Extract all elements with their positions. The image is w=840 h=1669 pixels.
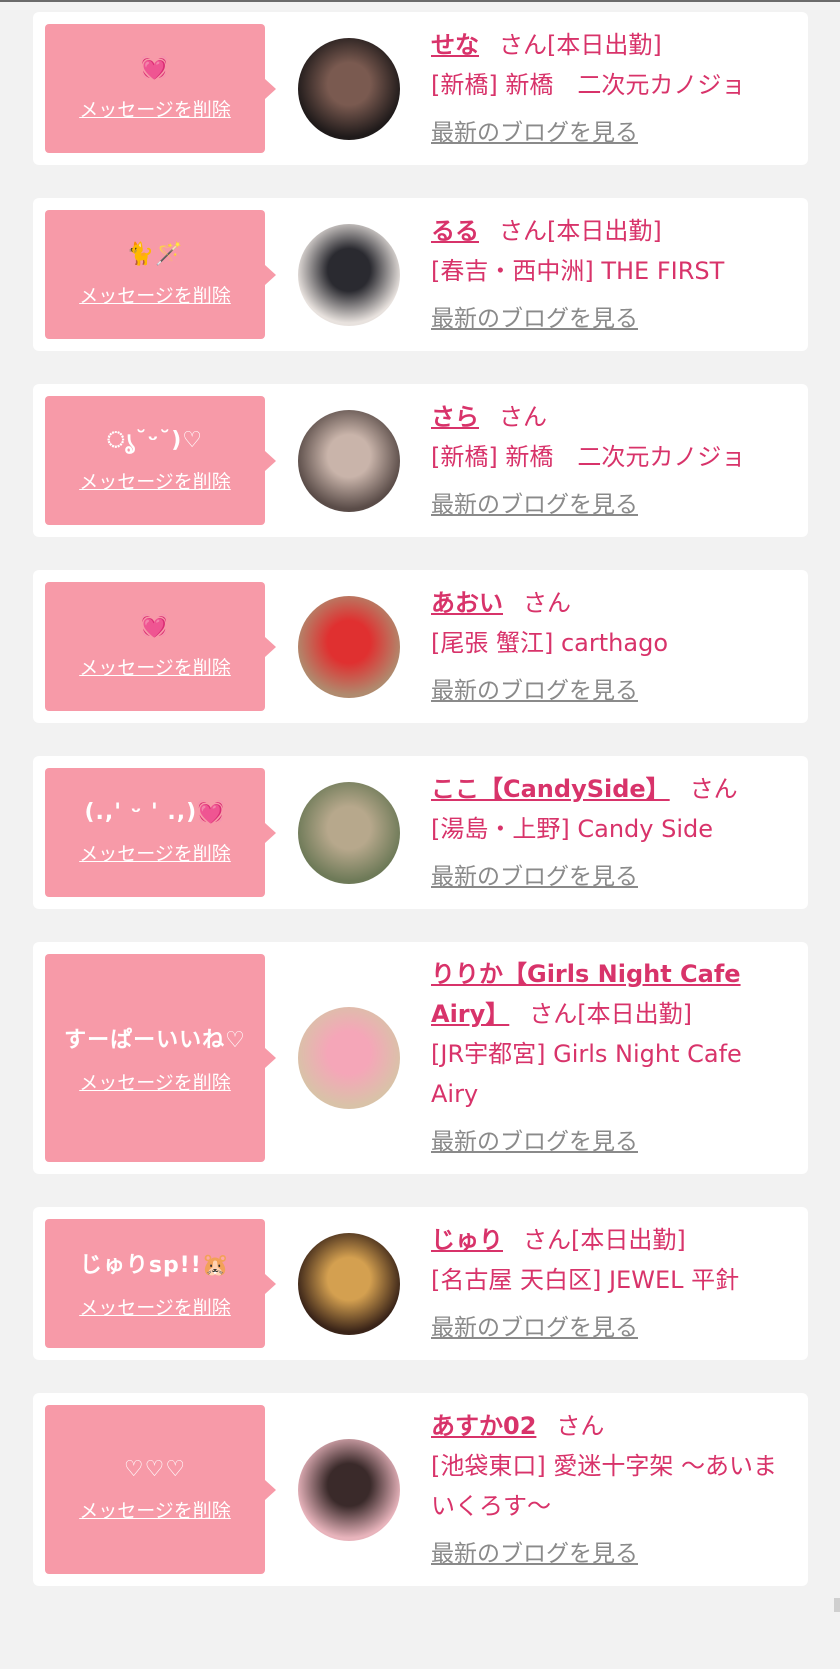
message-bubble: (.,' ᵕ ' .,)💓 メッセージを削除 — [45, 768, 276, 897]
delete-message-link[interactable]: メッセージを削除 — [79, 95, 231, 122]
latest-blog-link[interactable]: 最新のブログを見る — [431, 485, 638, 525]
avatar[interactable] — [298, 781, 400, 884]
avatar[interactable] — [298, 37, 400, 140]
cast-suffix: さん[本日出勤] — [499, 216, 662, 245]
cast-name-link[interactable]: るる — [431, 217, 479, 245]
message-bubble: 🐈🪄 メッセージを削除 — [45, 210, 276, 339]
delete-message-link[interactable]: メッセージを削除 — [79, 1496, 231, 1523]
cast-name-link[interactable]: さら — [431, 403, 479, 431]
message-bubble: じゅりsp!!🐹 メッセージを削除 — [45, 1219, 276, 1348]
latest-blog-link[interactable]: 最新のブログを見る — [431, 299, 638, 339]
shop-name: [春吉・西中洲] THE FIRST — [431, 256, 725, 285]
avatar[interactable] — [298, 1232, 400, 1335]
list-item: ♡♡♡ メッセージを削除 あすか02 さん [池袋東口] 愛迷十字架 〜あいまいく… — [33, 1393, 808, 1586]
cast-suffix: さん — [499, 402, 547, 431]
avatar[interactable] — [298, 409, 400, 512]
avatar[interactable] — [298, 1007, 400, 1109]
cast-info: りりか【Girls Night Cafe Airy】 さん[本日出勤] [JR宇都… — [431, 954, 796, 1162]
latest-blog-link[interactable]: 最新のブログを見る — [431, 857, 638, 897]
cast-name-link[interactable]: じゅり — [431, 1226, 503, 1254]
cast-name-link[interactable]: ここ【CandySide】 — [431, 775, 670, 803]
message-bubble: ൃ˘ᵕ˘)♡ メッセージを削除 — [45, 396, 276, 525]
latest-blog-link[interactable]: 最新のブログを見る — [431, 671, 638, 711]
shop-name: [湯島・上野] Candy Side — [431, 814, 713, 843]
shop-name: [新橋] 新橋 二次元カノジョ — [431, 442, 746, 471]
delete-message-link[interactable]: メッセージを削除 — [79, 839, 231, 866]
scrollbar-thumb[interactable] — [834, 1598, 840, 1612]
message-text: 💓 — [140, 55, 170, 81]
shop-name: [新橋] 新橋 二次元カノジョ — [431, 70, 746, 99]
shop-name: [池袋東口] 愛迷十字架 〜あいまいくろす〜 — [431, 1451, 777, 1520]
message-text: じゅりsp!!🐹 — [79, 1253, 231, 1278]
cast-suffix: さん[本日出勤] — [529, 1000, 693, 1028]
cast-suffix: さん — [556, 1411, 605, 1440]
shop-name: [JR宇都宮] Girls Night Cafe Airy — [431, 1040, 742, 1108]
latest-blog-link[interactable]: 最新のブログを見る — [431, 1122, 638, 1162]
latest-blog-link[interactable]: 最新のブログを見る — [431, 113, 638, 153]
cast-name-link[interactable]: あおい — [431, 589, 503, 617]
message-text: ൃ˘ᵕ˘)♡ — [106, 427, 204, 453]
cast-info: さら さん [新橋] 新橋 二次元カノジョ 最新のブログを見る — [431, 397, 796, 525]
delete-message-link[interactable]: メッセージを削除 — [79, 1068, 231, 1095]
cast-suffix: さん — [523, 588, 571, 617]
message-text: 🐈🪄 — [126, 241, 184, 267]
list-item: じゅりsp!!🐹 メッセージを削除 じゅり さん[本日出勤] [名古屋 天白区] … — [33, 1207, 808, 1360]
cast-info: あすか02 さん [池袋東口] 愛迷十字架 〜あいまいくろす〜 最新のブログを見る — [431, 1406, 796, 1574]
cast-info: るる さん[本日出勤] [春吉・西中洲] THE FIRST 最新のブログを見る — [431, 211, 796, 339]
message-bubble: 💓 メッセージを削除 — [45, 582, 276, 711]
cast-info: ここ【CandySide】 さん [湯島・上野] Candy Side 最新のブロ… — [431, 769, 796, 897]
cast-name-link[interactable]: あすか02 — [431, 1412, 536, 1440]
delete-message-link[interactable]: メッセージを削除 — [79, 1293, 231, 1320]
delete-message-link[interactable]: メッセージを削除 — [79, 467, 231, 494]
message-text: 💓 — [140, 613, 170, 639]
cast-info: せな さん[本日出勤] [新橋] 新橋 二次元カノジョ 最新のブログを見る — [431, 25, 796, 153]
avatar[interactable] — [298, 595, 400, 698]
list-item: すーぱーいいね♡ メッセージを削除 りりか【Girls Night Cafe A… — [33, 942, 808, 1174]
cast-suffix: さん[本日出勤] — [523, 1225, 686, 1254]
message-text: ♡♡♡ — [123, 1456, 187, 1482]
cast-name-link[interactable]: せな — [431, 31, 479, 59]
shop-name: [尾張 蟹江] carthago — [431, 628, 668, 657]
avatar[interactable] — [298, 223, 400, 326]
message-text: すーぱーいいね♡ — [64, 1027, 246, 1053]
message-bubble: ♡♡♡ メッセージを削除 — [45, 1405, 276, 1574]
latest-blog-link[interactable]: 最新のブログを見る — [431, 1308, 638, 1348]
delete-message-link[interactable]: メッセージを削除 — [79, 281, 231, 308]
cast-info: あおい さん [尾張 蟹江] carthago 最新のブログを見る — [431, 583, 796, 711]
list-item: ൃ˘ᵕ˘)♡ メッセージを削除 さら さん [新橋] 新橋 二次元カノジョ 最新の… — [33, 384, 808, 537]
message-bubble: 💓 メッセージを削除 — [45, 24, 276, 153]
list-item: 💓 メッセージを削除 あおい さん [尾張 蟹江] carthago 最新のブログ… — [33, 570, 808, 723]
message-bubble: すーぱーいいね♡ メッセージを削除 — [45, 954, 276, 1162]
cast-suffix: さん[本日出勤] — [499, 30, 662, 59]
latest-blog-link[interactable]: 最新のブログを見る — [431, 1534, 638, 1574]
delete-message-link[interactable]: メッセージを削除 — [79, 653, 231, 680]
top-border — [0, 0, 840, 2]
cast-suffix: さん — [689, 774, 738, 803]
list-item: 🐈🪄 メッセージを削除 るる さん[本日出勤] [春吉・西中洲] THE FIRS… — [33, 198, 808, 351]
list-item: 💓 メッセージを削除 せな さん[本日出勤] [新橋] 新橋 二次元カノジョ 最新… — [33, 12, 808, 165]
favorites-list: 💓 メッセージを削除 せな さん[本日出勤] [新橋] 新橋 二次元カノジョ 最新… — [33, 12, 808, 1619]
cast-info: じゅり さん[本日出勤] [名古屋 天白区] JEWEL 平針 最新のブログを見る — [431, 1220, 796, 1348]
avatar[interactable] — [298, 1438, 400, 1541]
message-text: (.,' ᵕ ' .,)💓 — [84, 799, 226, 825]
shop-name: [名古屋 天白区] JEWEL 平針 — [431, 1265, 740, 1294]
list-item: (.,' ᵕ ' .,)💓 メッセージを削除 ここ【CandySide】 さん [… — [33, 756, 808, 909]
